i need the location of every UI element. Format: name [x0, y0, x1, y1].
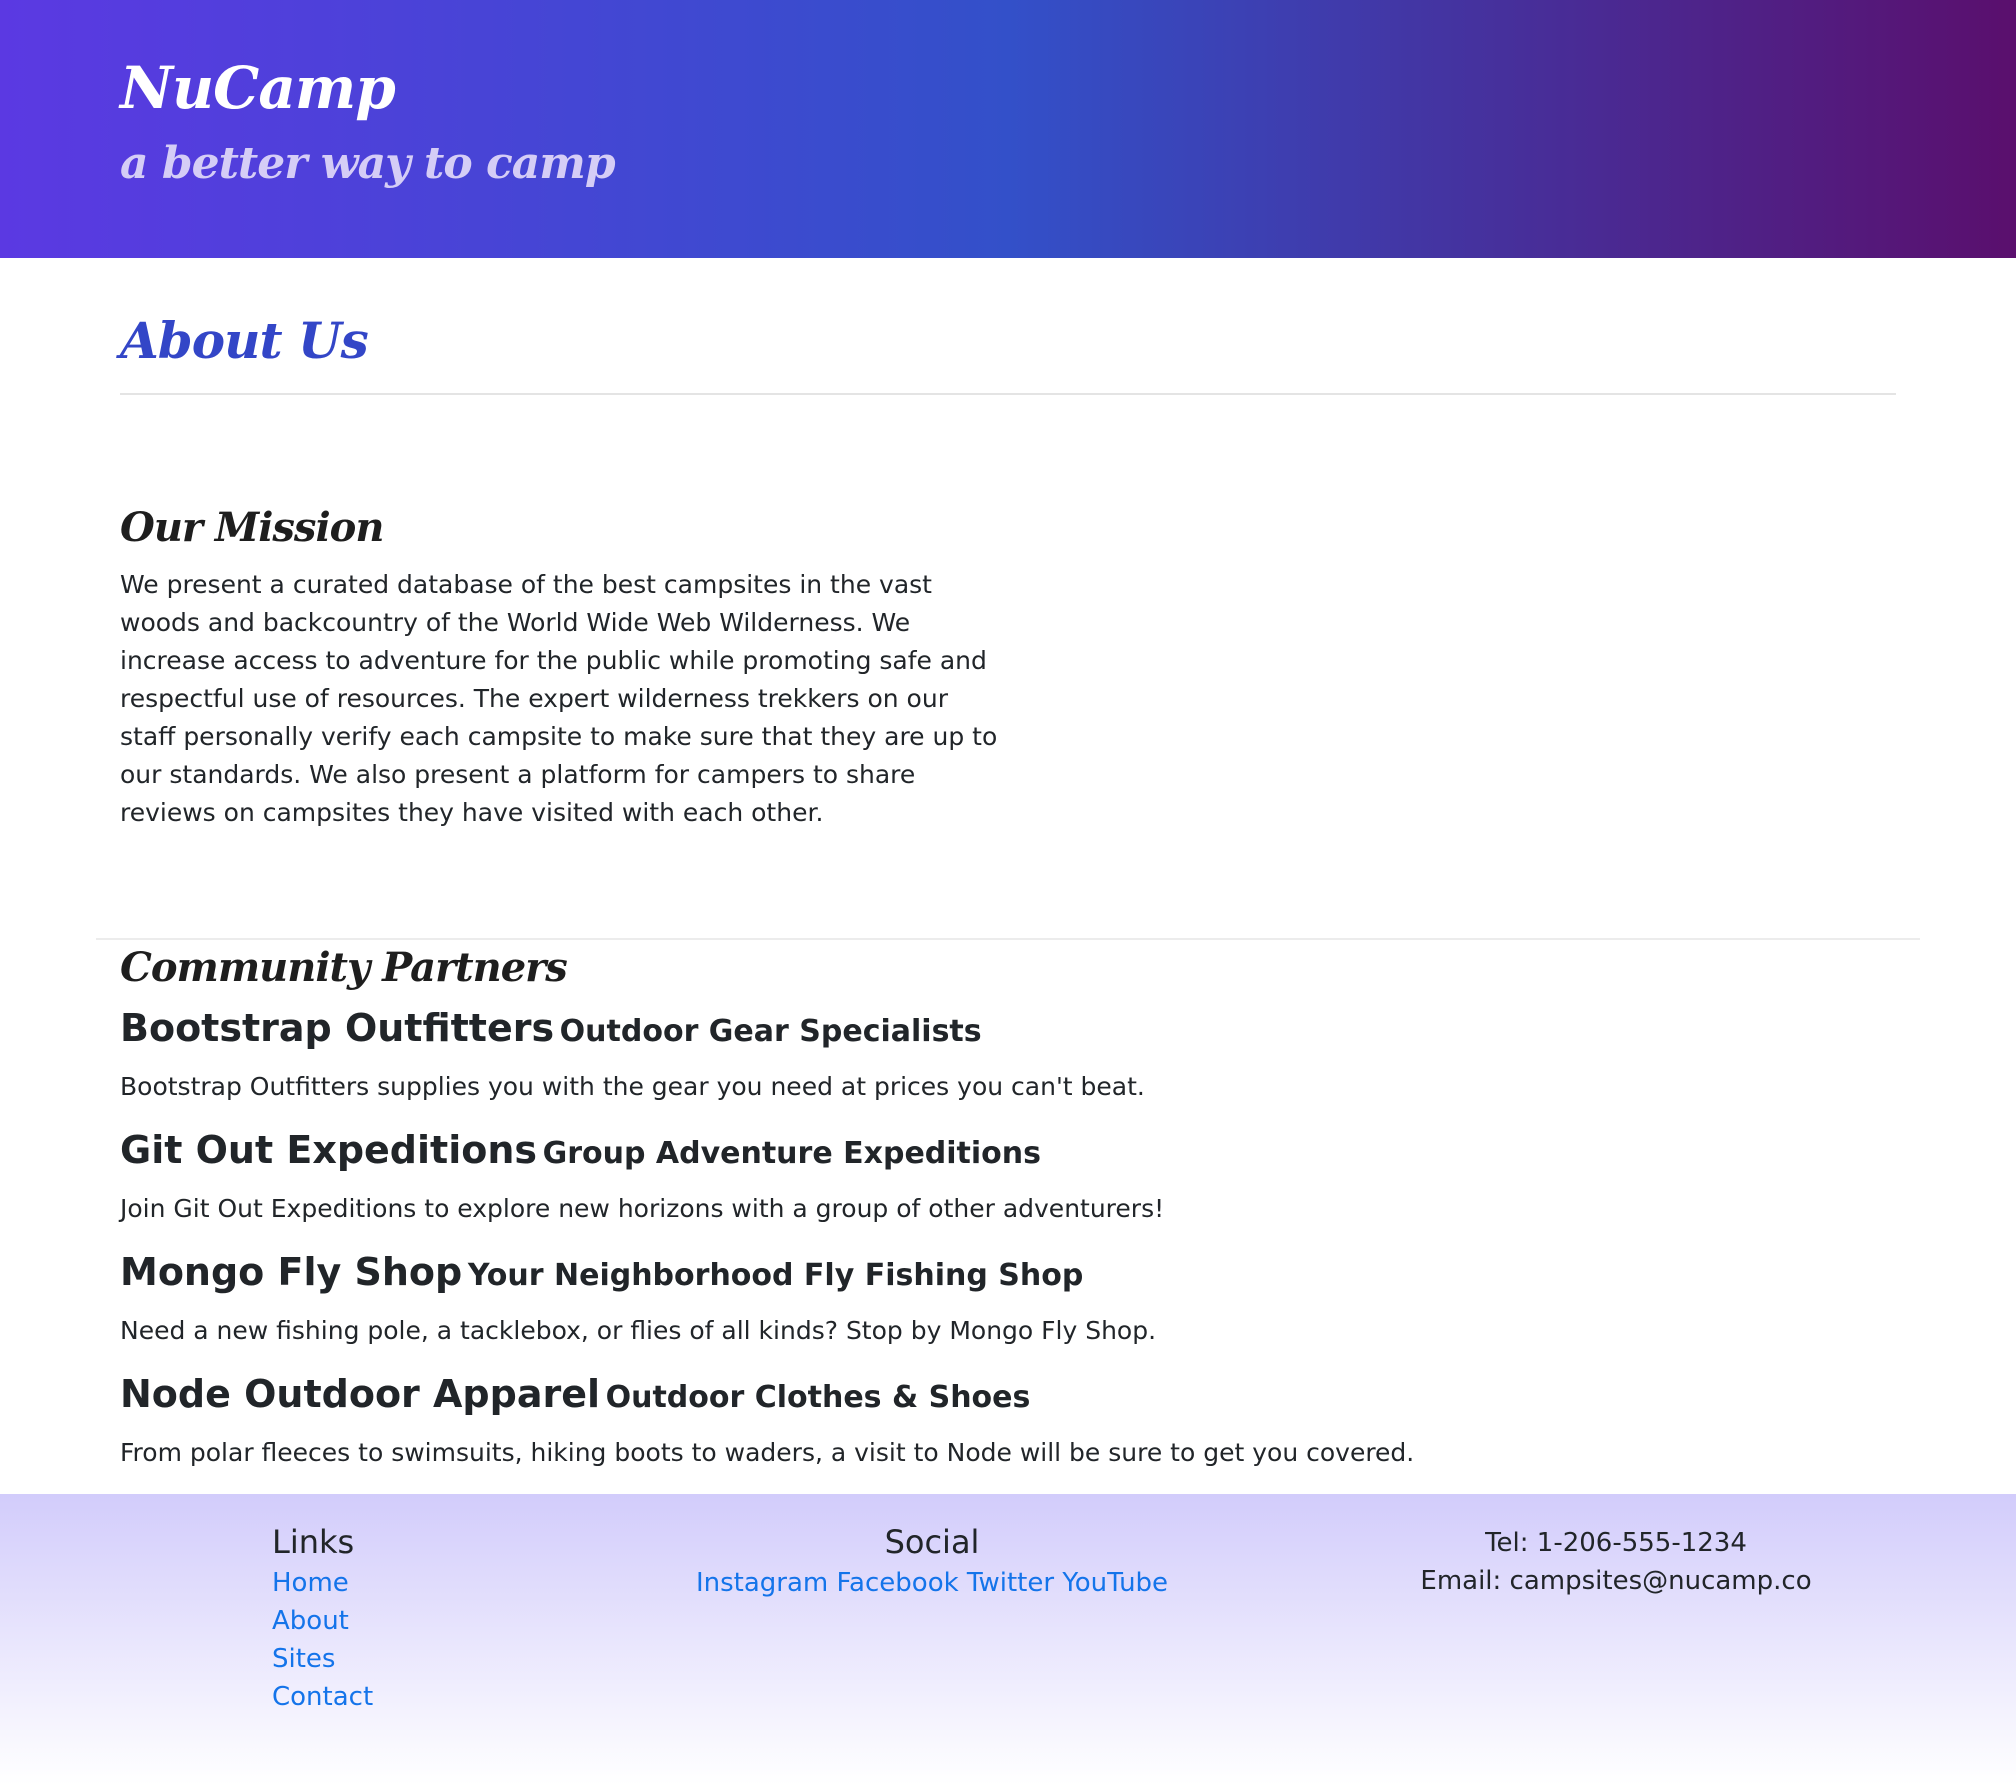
partner-title: Mongo Fly Shop Your Neighborhood Fly Fis…	[120, 1244, 1900, 1308]
footer-link-item: Contact	[272, 1678, 373, 1716]
footer-links-list: Home About Sites Contact	[272, 1564, 373, 1716]
partner-item: Node Outdoor Apparel Outdoor Clothes & S…	[120, 1366, 1900, 1488]
partner-description: Bootstrap Outfitters supplies you with t…	[120, 1072, 1145, 1101]
twitter-link[interactable]: Twitter	[967, 1568, 1054, 1598]
footer-link-about[interactable]: About	[272, 1606, 349, 1636]
partner-tagline: Outdoor Clothes & Shoes	[605, 1380, 1031, 1415]
mission-heading: Our Mission	[120, 504, 384, 551]
contact-email: Email: campsites@nucamp.co	[1420, 1566, 1812, 1596]
youtube-link[interactable]: YouTube	[1062, 1568, 1168, 1598]
footer-link-home[interactable]: Home	[272, 1568, 349, 1598]
site-footer: Social Instagram Facebook Twitter YouTub…	[0, 1494, 2016, 1785]
footer-links: Links Home About Sites Contact	[272, 1520, 373, 1716]
site-tagline: a better way to camp	[120, 138, 616, 189]
partners-heading: Community Partners	[120, 944, 568, 991]
partner-name: Git Out Expeditions	[120, 1128, 537, 1172]
footer-link-contact[interactable]: Contact	[272, 1682, 373, 1712]
partner-title: Git Out Expeditions Group Adventure Expe…	[120, 1122, 1900, 1186]
facebook-link[interactable]: Facebook	[836, 1568, 958, 1598]
partner-item: Bootstrap Outfitters Outdoor Gear Specia…	[120, 1000, 1900, 1122]
contact-tel: Tel: 1-206-555-1234	[1485, 1528, 1747, 1558]
partner-item: Mongo Fly Shop Your Neighborhood Fly Fis…	[120, 1244, 1900, 1366]
partner-description: From polar fleeces to swimsuits, hiking …	[120, 1438, 1415, 1467]
partner-name: Mongo Fly Shop	[120, 1250, 463, 1294]
partner-title: Node Outdoor Apparel Outdoor Clothes & S…	[120, 1366, 1900, 1430]
partner-name: Bootstrap Outfitters	[120, 1006, 555, 1050]
partner-title: Bootstrap Outfitters Outdoor Gear Specia…	[120, 1000, 1900, 1064]
footer-link-item: Sites	[272, 1640, 373, 1678]
partner-item: Git Out Expeditions Group Adventure Expe…	[120, 1122, 1900, 1244]
footer-contact: Tel: 1-206-555-1234 Email: campsites@nuc…	[1380, 1524, 1852, 1600]
footer-link-item: Home	[272, 1564, 373, 1602]
page-title: About Us	[120, 311, 369, 370]
partner-tagline: Group Adventure Expeditions	[542, 1136, 1041, 1171]
partner-tagline: Your Neighborhood Fly Fishing Shop	[467, 1258, 1084, 1293]
footer-link-sites[interactable]: Sites	[272, 1644, 335, 1674]
footer-link-item: About	[272, 1602, 373, 1640]
partners-list: Bootstrap Outfitters Outdoor Gear Specia…	[120, 1000, 1900, 1488]
partner-description: Join Git Out Expeditions to explore new …	[120, 1194, 1165, 1223]
partner-description: Need a new fishing pole, a tacklebox, or…	[120, 1316, 1157, 1345]
title-divider	[120, 393, 1896, 395]
instagram-link[interactable]: Instagram	[696, 1568, 828, 1598]
mission-text: We present a curated database of the bes…	[120, 570, 998, 827]
site-header: NuCamp a better way to camp	[0, 0, 2016, 258]
partner-tagline: Outdoor Gear Specialists	[559, 1014, 982, 1049]
partner-name: Node Outdoor Apparel	[120, 1372, 601, 1416]
footer-links-heading: Links	[272, 1523, 355, 1561]
site-brand: NuCamp	[120, 54, 396, 122]
